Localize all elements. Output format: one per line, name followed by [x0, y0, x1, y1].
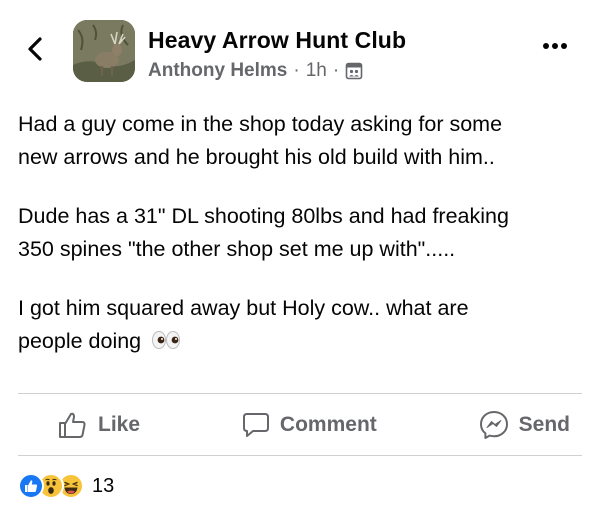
group-avatar[interactable]: [73, 20, 135, 82]
like-button[interactable]: Like: [58, 411, 140, 439]
reactions-summary[interactable]: 13: [18, 472, 114, 500]
meta-separator: ·: [293, 60, 300, 81]
post-time[interactable]: 1h: [306, 60, 327, 82]
post-view: Heavy Arrow Hunt Club Anthony Helms · 1h…: [0, 0, 600, 507]
send-button[interactable]: Send: [479, 410, 570, 440]
post-line: people doing: [18, 329, 142, 353]
deer-photo: [73, 20, 135, 82]
thumbs-up-icon: [59, 412, 86, 438]
reaction-count: 13: [92, 474, 115, 497]
comment-label: Comment: [279, 413, 377, 436]
divider: [18, 455, 582, 456]
post-paragraph: Dude has a 31" DL shooting 80lbs and had…: [18, 200, 578, 266]
chevron-left-icon: [28, 37, 42, 61]
meta-separator-2: ·: [332, 60, 340, 81]
divider: [18, 393, 582, 394]
group-name[interactable]: Heavy Arrow Hunt Club: [148, 27, 406, 54]
comment-button[interactable]: Comment: [242, 412, 377, 438]
post-line: I got him squared away but Holy cow.. wh…: [18, 296, 469, 320]
action-bar: Like Comment Send: [18, 395, 582, 455]
post-line: new arrows and he brought his old build …: [18, 145, 495, 169]
post-line-last: people doing: [18, 325, 578, 358]
group-audience-icon: [345, 62, 363, 80]
like-reaction-icon: [18, 473, 44, 499]
post-line: Dude has a 31" DL shooting 80lbs and had…: [18, 204, 509, 228]
eyes-emoji-icon: [152, 331, 181, 349]
post-body: Had a guy come in the shop today asking …: [18, 108, 578, 358]
post-meta: Anthony Helms · 1h ·: [148, 60, 363, 82]
author-name[interactable]: Anthony Helms: [148, 60, 287, 82]
post-line: 350 spines "the other shop set me up wit…: [18, 237, 456, 261]
like-label: Like: [98, 413, 141, 436]
comment-icon: [242, 413, 269, 437]
post-paragraph: Had a guy come in the shop today asking …: [18, 108, 578, 174]
more-options-button[interactable]: [540, 36, 570, 56]
more-horizontal-icon: [542, 43, 569, 49]
messenger-icon: [479, 411, 508, 439]
post-line: Had a guy come in the shop today asking …: [18, 112, 503, 136]
back-button[interactable]: [20, 34, 50, 64]
post-paragraph: I got him squared away but Holy cow.. wh…: [18, 292, 578, 358]
send-label: Send: [518, 413, 570, 436]
